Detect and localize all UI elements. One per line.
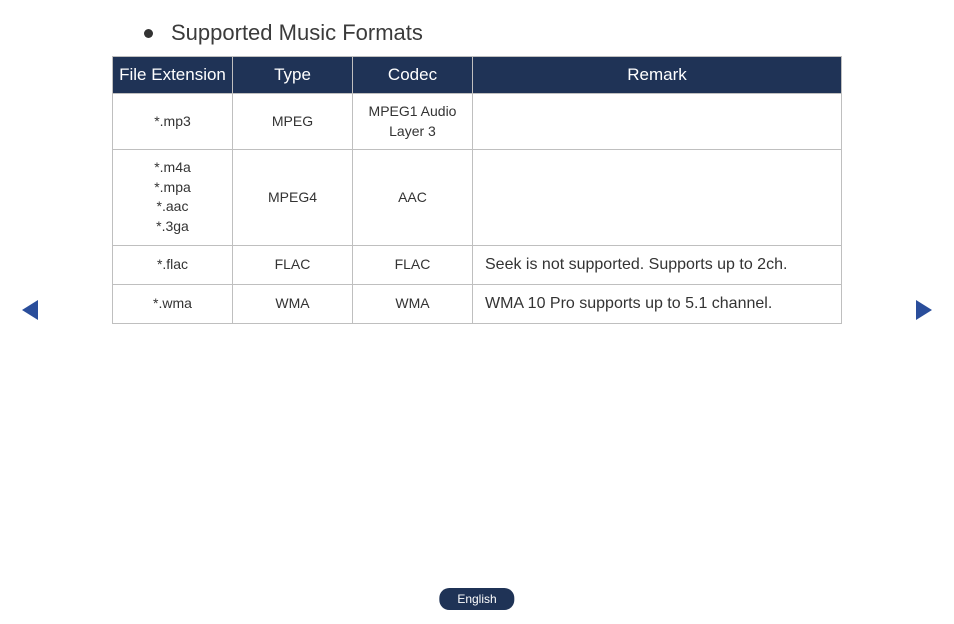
col-remark: Remark — [473, 57, 842, 94]
formats-table: File Extension Type Codec Remark *.mp3 M… — [112, 56, 842, 324]
table-row: *.flac FLAC FLAC Seek is not supported. … — [113, 245, 842, 284]
content-area: Supported Music Formats File Extension T… — [112, 20, 842, 324]
cell-remark — [473, 150, 842, 245]
cell-ext: *.m4a *.mpa *.aac *.3ga — [113, 150, 233, 245]
cell-type: MPEG — [233, 94, 353, 150]
cell-remark — [473, 94, 842, 150]
language-pill[interactable]: English — [439, 588, 514, 610]
cell-remark: WMA 10 Pro supports up to 5.1 channel. — [473, 284, 842, 323]
cell-codec: MPEG1 Audio Layer 3 — [353, 94, 473, 150]
cell-codec: FLAC — [353, 245, 473, 284]
cell-type: WMA — [233, 284, 353, 323]
table-row: *.mp3 MPEG MPEG1 Audio Layer 3 — [113, 94, 842, 150]
bullet-icon — [144, 29, 153, 38]
cell-remark: Seek is not supported. Supports up to 2c… — [473, 245, 842, 284]
col-type: Type — [233, 57, 353, 94]
cell-codec: AAC — [353, 150, 473, 245]
table-row: *.wma WMA WMA WMA 10 Pro supports up to … — [113, 284, 842, 323]
cell-ext: *.wma — [113, 284, 233, 323]
cell-codec: WMA — [353, 284, 473, 323]
section-heading: Supported Music Formats — [144, 20, 842, 46]
cell-ext: *.flac — [113, 245, 233, 284]
cell-ext: *.mp3 — [113, 94, 233, 150]
heading-text: Supported Music Formats — [171, 20, 423, 46]
col-codec: Codec — [353, 57, 473, 94]
col-file-extension: File Extension — [113, 57, 233, 94]
next-page-arrow-icon[interactable] — [916, 300, 932, 320]
table-row: *.m4a *.mpa *.aac *.3ga MPEG4 AAC — [113, 150, 842, 245]
cell-type: FLAC — [233, 245, 353, 284]
cell-type: MPEG4 — [233, 150, 353, 245]
prev-page-arrow-icon[interactable] — [22, 300, 38, 320]
table-header-row: File Extension Type Codec Remark — [113, 57, 842, 94]
